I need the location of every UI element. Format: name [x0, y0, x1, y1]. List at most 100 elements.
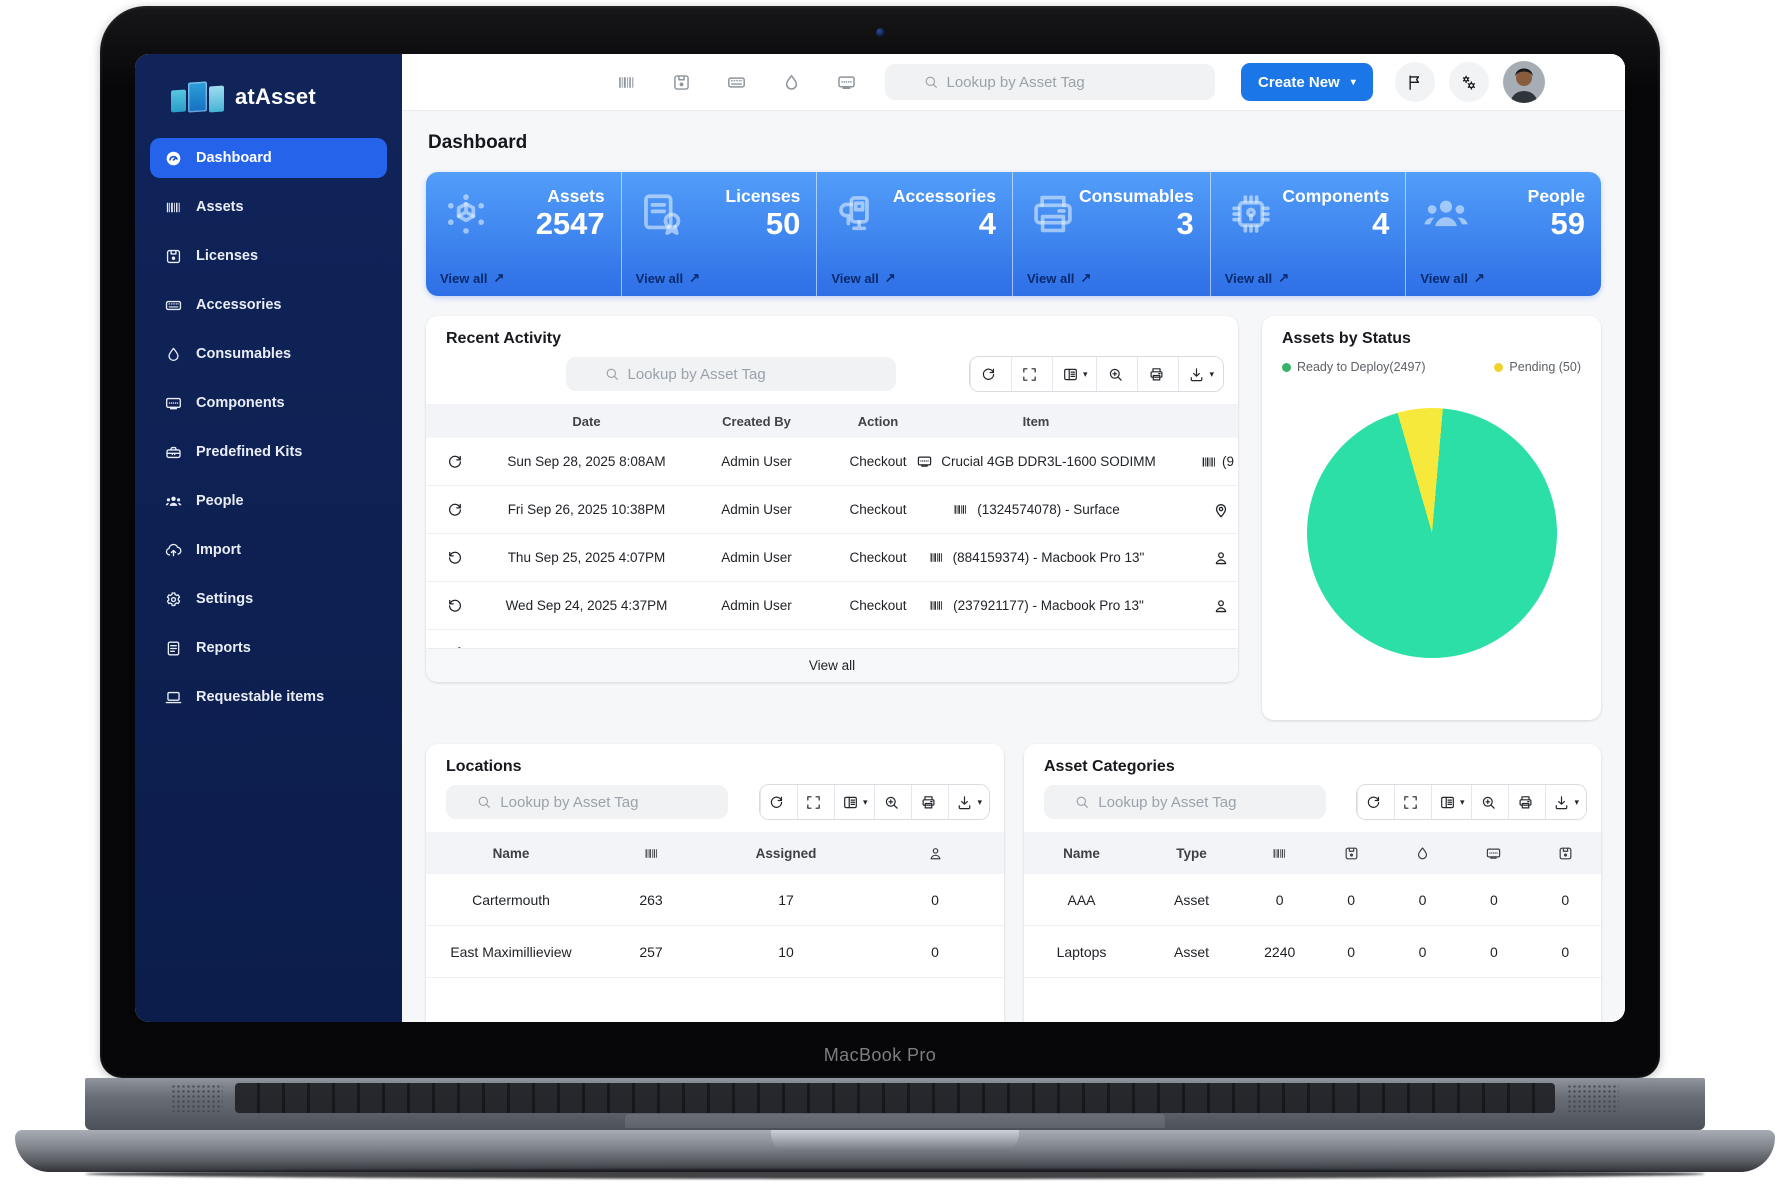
topbar: Create New ▾	[402, 54, 1625, 110]
main-content: Dashboard Assets 2547 View a	[402, 110, 1625, 1022]
columns-icon[interactable]: ▾	[1052, 357, 1097, 391]
accessory-adapter-icon	[831, 188, 883, 240]
sidebar-item[interactable]: Settings	[150, 579, 387, 619]
global-search-input[interactable]	[947, 74, 1178, 91]
sidebar-item-label: Assets	[196, 199, 244, 215]
zoom-in-icon[interactable]	[1096, 357, 1137, 391]
external-arrow-icon: ↗	[1080, 270, 1091, 286]
download-icon[interactable]: ▾	[1545, 785, 1586, 819]
status-pie-chart	[1307, 408, 1557, 658]
legend-dot	[1282, 363, 1291, 372]
user-avatar-image	[1503, 61, 1545, 103]
stat-label: People	[1528, 186, 1585, 207]
activity-date: Wed Sep 24, 2025 4:37PM	[484, 598, 689, 613]
print-icon[interactable]	[911, 785, 948, 819]
sidebar-item[interactable]: Components	[150, 383, 387, 423]
consumables-quick-icon[interactable]	[781, 72, 802, 93]
sidebar-item[interactable]: Consumables	[150, 334, 387, 374]
stat-label: Assets	[536, 186, 605, 207]
activity-item: (1324574078) - Surface	[977, 502, 1120, 517]
speaker-grill	[171, 1084, 223, 1112]
page-title: Dashboard	[428, 132, 1601, 154]
view-all-link[interactable]: View all ↗	[440, 270, 605, 286]
sidebar-item[interactable]: Licenses	[150, 236, 387, 276]
print-icon[interactable]	[1508, 785, 1545, 819]
accessories-quick-icon[interactable]	[726, 72, 747, 93]
sidebar-item[interactable]: Requestable items	[150, 677, 387, 717]
pie-legend: Ready to Deploy(2497) Pending (50)	[1282, 360, 1581, 374]
asset-categories-search[interactable]	[1044, 785, 1326, 819]
locations-search[interactable]	[446, 785, 728, 819]
view-all-link[interactable]: View all ↗	[1420, 270, 1585, 286]
zoom-in-icon[interactable]	[874, 785, 911, 819]
legend-dot	[1494, 363, 1503, 372]
category-row[interactable]: AAA Asset 0 0 0 0 0	[1024, 874, 1601, 926]
view-all-link[interactable]: View all ↗	[1027, 270, 1194, 286]
fullscreen-icon[interactable]	[1011, 357, 1052, 391]
sidebar-item[interactable]: People	[150, 481, 387, 521]
asset-barcode-icon	[952, 501, 969, 518]
location-row[interactable]: East Maximillieview 257 10 0	[426, 926, 1004, 978]
activity-date: Fri Sep 26, 2025 10:38PM	[484, 502, 689, 517]
asset-categories-search-input[interactable]	[1098, 794, 1295, 811]
download-icon[interactable]: ▾	[948, 785, 989, 819]
category-row[interactable]: Laptops Asset 2240 0 0 0 0	[1024, 926, 1601, 978]
activity-row[interactable]: Wed Sep 24, 2025 4:37PM Admin User Check…	[426, 582, 1238, 630]
sidebar-item[interactable]: Predefined Kits	[150, 432, 387, 472]
recent-activity-search[interactable]	[566, 357, 896, 391]
sidebar-item[interactable]: Accessories	[150, 285, 387, 325]
sidebar-item[interactable]: Import	[150, 530, 387, 570]
zoom-in-icon[interactable]	[1471, 785, 1508, 819]
recent-activity-view-all[interactable]: View all	[426, 648, 1238, 682]
activity-date: Sun Sep 28, 2025 8:08AM	[484, 454, 689, 469]
recent-activity-title: Recent Activity	[426, 316, 1238, 356]
activity-item: (237921177) - Macbook Pro 13"	[953, 598, 1144, 613]
create-new-button[interactable]: Create New ▾	[1241, 63, 1373, 101]
user-avatar[interactable]	[1503, 61, 1545, 103]
assets-quick-icon[interactable]	[616, 72, 637, 93]
component-icon	[916, 453, 933, 470]
activity-item: (884159374) - Macbook Pro 13"	[953, 550, 1145, 565]
gears-icon	[1459, 73, 1478, 92]
external-arrow-icon: ↗	[885, 270, 896, 286]
view-all-link[interactable]: View all ↗	[831, 270, 996, 286]
licenses-quick-icon[interactable]	[671, 72, 692, 93]
sidebar-item[interactable]: Dashboard	[150, 138, 387, 178]
refresh-icon[interactable]	[1357, 785, 1394, 819]
locations-search-input[interactable]	[500, 794, 697, 811]
activity-row[interactable]: Sun Sep 28, 2025 8:08AM Admin User Check…	[426, 438, 1238, 486]
activity-row[interactable]: Fri Sep 26, 2025 10:38PM Admin User Chec…	[426, 486, 1238, 534]
locations-header: Name Assigned	[426, 832, 1004, 874]
sidebar-item[interactable]: Reports	[150, 628, 387, 668]
view-all-link[interactable]: View all ↗	[1225, 270, 1390, 286]
stat-card: People 59 View all ↗	[1405, 172, 1601, 296]
flag-button[interactable]	[1395, 62, 1435, 102]
columns-icon[interactable]: ▾	[834, 785, 875, 819]
requestable-items-icon	[164, 688, 183, 707]
fullscreen-icon[interactable]	[797, 785, 834, 819]
category-name: AAA	[1024, 892, 1139, 908]
person-icon	[1212, 549, 1230, 567]
view-all-link[interactable]: View all ↗	[636, 270, 801, 286]
checkin-undo-icon	[446, 549, 464, 567]
refresh-icon[interactable]	[970, 357, 1011, 391]
fullscreen-icon[interactable]	[1394, 785, 1431, 819]
columns-icon[interactable]: ▾	[1431, 785, 1472, 819]
stat-card: Assets 2547 View all ↗	[426, 172, 621, 296]
global-search[interactable]	[885, 64, 1215, 100]
print-icon[interactable]	[1137, 357, 1178, 391]
activity-row[interactable]: Thu Sep 25, 2025 4:07PM Admin User Check…	[426, 534, 1238, 582]
admin-settings-button[interactable]	[1449, 62, 1489, 102]
sidebar-item[interactable]: Assets	[150, 187, 387, 227]
sidebar: atAsset Dashboard Assets	[135, 54, 402, 1022]
refresh-icon[interactable]	[760, 785, 797, 819]
barcode-column-icon	[643, 845, 660, 862]
download-icon[interactable]: ▾	[1178, 357, 1223, 391]
recent-activity-search-input[interactable]	[628, 366, 859, 383]
location-row[interactable]: Cartermouth 263 17 0	[426, 874, 1004, 926]
components-quick-icon[interactable]	[836, 72, 857, 93]
laptop-screen: atAsset Dashboard Assets	[135, 54, 1625, 1022]
location-assigned-count: 17	[706, 892, 866, 908]
location-assigned-count: 10	[706, 944, 866, 960]
location-asset-count: 263	[596, 892, 706, 908]
